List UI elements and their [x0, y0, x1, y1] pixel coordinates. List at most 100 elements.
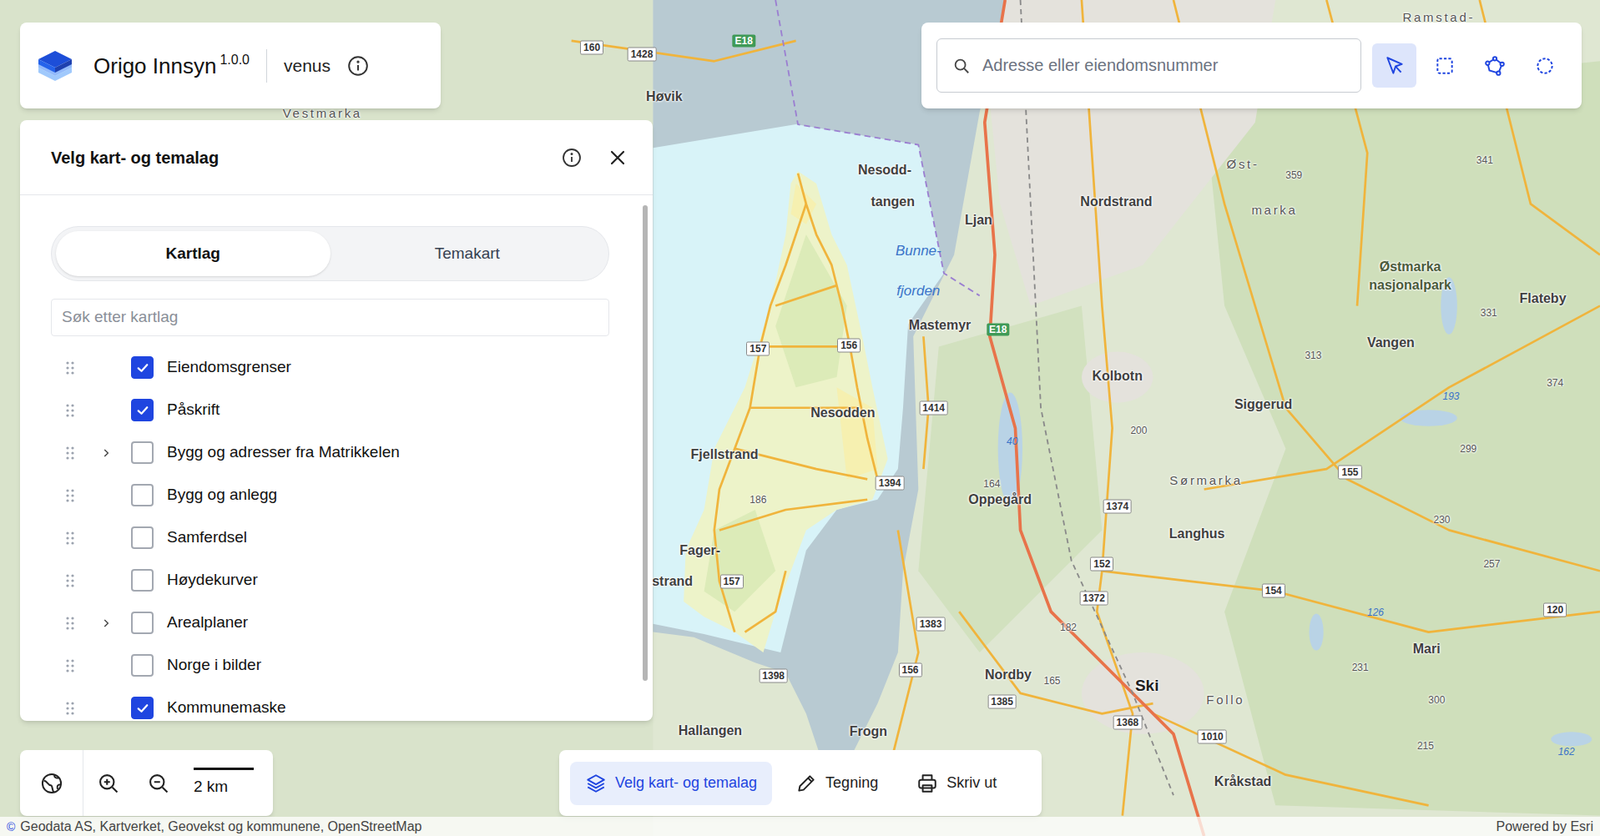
app-title: Origo Innsyn1.0.0 [93, 51, 250, 81]
copyright-symbol[interactable]: © [6, 819, 16, 835]
layer-label: Bygg og adresser fra Matrikkelen [166, 440, 400, 465]
scrollbar-thumb[interactable] [642, 205, 648, 682]
tab-label: Temakart [434, 242, 500, 267]
map-label: 200 [1130, 423, 1147, 439]
map-label: 1372 [1079, 591, 1109, 606]
zoom-out-button[interactable] [133, 750, 184, 817]
address-search-input[interactable] [982, 39, 1353, 92]
layer-row[interactable]: Kommunemaske [50, 686, 653, 722]
map-label: Langhus [1169, 524, 1226, 545]
drag-handle-icon[interactable] [63, 445, 77, 461]
map-label: 341 [1476, 152, 1494, 168]
layer-row[interactable]: Høydekurver [50, 559, 653, 602]
layer-checkbox[interactable] [131, 484, 154, 507]
map-label: 160 [580, 40, 604, 56]
layer-row[interactable]: Bygg og adresser fra Matrikkelen [50, 431, 653, 475]
drag-handle-icon[interactable] [63, 701, 77, 717]
globe-icon [40, 772, 64, 796]
map-label: 164 [983, 476, 1000, 492]
toolbar-button[interactable]: Tegning [780, 762, 894, 806]
layer-row[interactable]: Eiendomsgrenser [50, 346, 653, 389]
toolbar-label: Tegning [825, 772, 879, 795]
layer-row[interactable]: Arealplaner [50, 601, 653, 645]
panel-title: Velg kart- og temalag [50, 145, 562, 171]
layer-tabs: Kartlag Temakart [50, 226, 610, 282]
info-icon[interactable] [347, 55, 369, 77]
search-field[interactable] [936, 38, 1362, 93]
layer-checkbox[interactable] [131, 356, 154, 379]
pencil-icon [795, 772, 818, 795]
layer-label: Kommunemaske [166, 696, 287, 721]
rectangle-icon [1433, 55, 1456, 77]
map-label: Nordby [984, 665, 1032, 686]
toolbar-button[interactable]: Skriv ut [901, 762, 1012, 806]
map-label: nasjonalpark [1368, 275, 1452, 296]
drag-handle-icon[interactable] [63, 573, 77, 589]
drag-handle-icon[interactable] [63, 403, 77, 419]
layer-checkbox[interactable] [131, 526, 154, 550]
map-label: 157 [720, 574, 744, 589]
info-icon[interactable] [561, 147, 582, 168]
toolbar-label: Velg kart- og temalag [615, 772, 758, 795]
zoom-in-button[interactable] [83, 750, 134, 817]
scale-label: 2 km [193, 775, 228, 800]
search-icon [952, 56, 971, 76]
rectangle-tool-button[interactable] [1422, 43, 1467, 88]
layer-row[interactable]: Bygg og anlegg [50, 474, 653, 517]
drag-handle-icon[interactable] [63, 488, 77, 504]
map-label: 313 [1304, 348, 1322, 364]
layer-search-input[interactable] [50, 298, 610, 337]
layer-checkbox[interactable] [131, 611, 154, 635]
map-label: 154 [1261, 583, 1286, 598]
map-label: E18 [732, 34, 756, 47]
layers-logo-icon [35, 45, 76, 86]
layer-checkbox[interactable] [131, 696, 154, 720]
check-icon [135, 360, 151, 376]
scale-bar: 2 km [193, 767, 254, 800]
ui-layer: Origo Innsyn1.0.0venusVelg kart- og tema… [0, 0, 1600, 836]
map-label: Kråkstad [1214, 772, 1272, 793]
drag-handle-icon[interactable] [63, 658, 77, 674]
map-label: Fager- [679, 540, 721, 561]
layer-row[interactable]: Samferdsel [50, 516, 653, 560]
drag-handle-icon[interactable] [63, 360, 77, 376]
circle-tool-button[interactable] [1522, 43, 1567, 88]
map-label: 152 [1090, 556, 1114, 571]
map-label: 1368 [1113, 716, 1143, 731]
map-label: Øst- [1226, 154, 1260, 174]
map-label: 165 [1043, 673, 1060, 689]
expand-toggle[interactable] [97, 444, 115, 462]
chevron-right-icon [100, 447, 112, 460]
layer-checkbox[interactable] [131, 654, 154, 677]
map-label: 1010 [1197, 730, 1227, 745]
home-button[interactable] [20, 750, 84, 817]
map-controls: 2 km [20, 750, 273, 817]
polygon-tool-button[interactable] [1472, 43, 1517, 88]
toolbar-button[interactable]: Velg kart- og temalag [570, 762, 773, 806]
expand-toggle[interactable] [97, 615, 115, 632]
layer-checkbox[interactable] [131, 569, 154, 592]
map-label: Siggerud [1234, 394, 1293, 415]
map-label: Høvik [646, 86, 683, 107]
layer-tab[interactable]: Kartlag [55, 231, 331, 277]
layer-checkbox[interactable] [131, 441, 154, 465]
pointer-tool-button[interactable] [1372, 43, 1417, 88]
layer-label: Arealplaner [166, 610, 248, 636]
map-label: 230 [1433, 512, 1450, 528]
close-icon[interactable] [607, 147, 628, 168]
layer-row[interactable]: Påskrift [50, 388, 653, 432]
layer-checkbox[interactable] [131, 398, 154, 422]
map-label: tangen [871, 191, 915, 212]
drag-handle-icon[interactable] [63, 615, 77, 631]
layer-tab[interactable]: Temakart [330, 231, 606, 277]
layer-row[interactable]: Norge i bilder [50, 644, 653, 687]
tool-buttons [1372, 43, 1567, 88]
map-label: Mari [1413, 639, 1441, 660]
drag-handle-icon[interactable] [63, 530, 77, 546]
map-label: 257 [1483, 556, 1500, 572]
chevron-right-icon [100, 617, 112, 630]
